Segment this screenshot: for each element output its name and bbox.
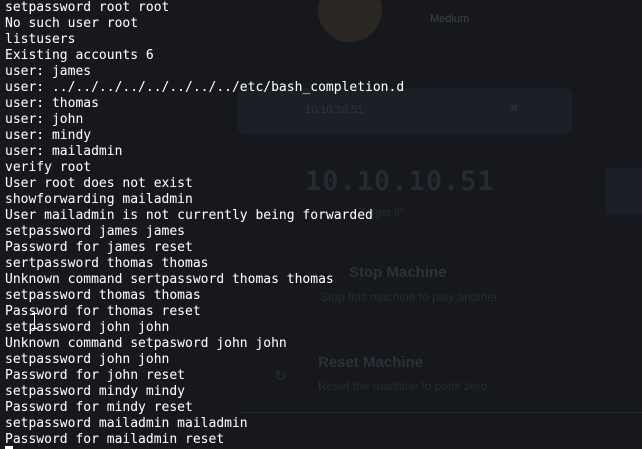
terminal-line: User mailadmin is not currently being fo… [5,208,373,223]
terminal-line: Password for thomas reset [5,304,201,319]
terminal-line: user: john [5,112,84,127]
terminal-line: Password for james reset [5,240,193,255]
terminal-line: Password for mindy reset [5,400,193,415]
terminal-line: user: james [5,64,92,79]
terminal-line: User root does not exist [5,176,193,191]
terminal-line: Unknown command setpasword john john [5,336,287,351]
terminal-line: user: mailadmin [5,144,123,159]
terminal-line: No such user root [5,16,139,31]
terminal-line: setpassword john john [5,320,170,335]
terminal-line: listusers [5,32,76,47]
terminal-line: setpassword john john [5,352,170,367]
terminal-line: setpassword james james [5,224,186,239]
mouse-ibeam-cursor [32,313,38,329]
terminal-line: Password for john reset [5,368,186,383]
terminal-line: user: mindy [5,128,92,143]
terminal-line: sertpassword thomas thomas [5,256,209,271]
terminal-line: Password for mailadmin reset [5,432,225,447]
terminal-line: setpassword thomas thomas [5,288,201,303]
terminal-line: user: thomas [5,96,99,111]
terminal-line: Unknown command sertpassword thomas thom… [5,272,334,287]
terminal-line: setpassword mailadmin mailadmin [5,416,248,431]
terminal-line: showforwarding mailadmin [5,192,193,207]
terminal-line: setpassword root root [5,0,170,15]
terminal-output[interactable]: setpassword root root No such user root … [0,0,642,449]
terminal-line: user: ../../../../../../../../etc/bash_c… [5,80,405,95]
terminal-line: verify root [5,160,92,175]
terminal-line: setpassword mindy mindy [5,384,186,399]
terminal-line: Existing accounts 6 [5,48,154,63]
